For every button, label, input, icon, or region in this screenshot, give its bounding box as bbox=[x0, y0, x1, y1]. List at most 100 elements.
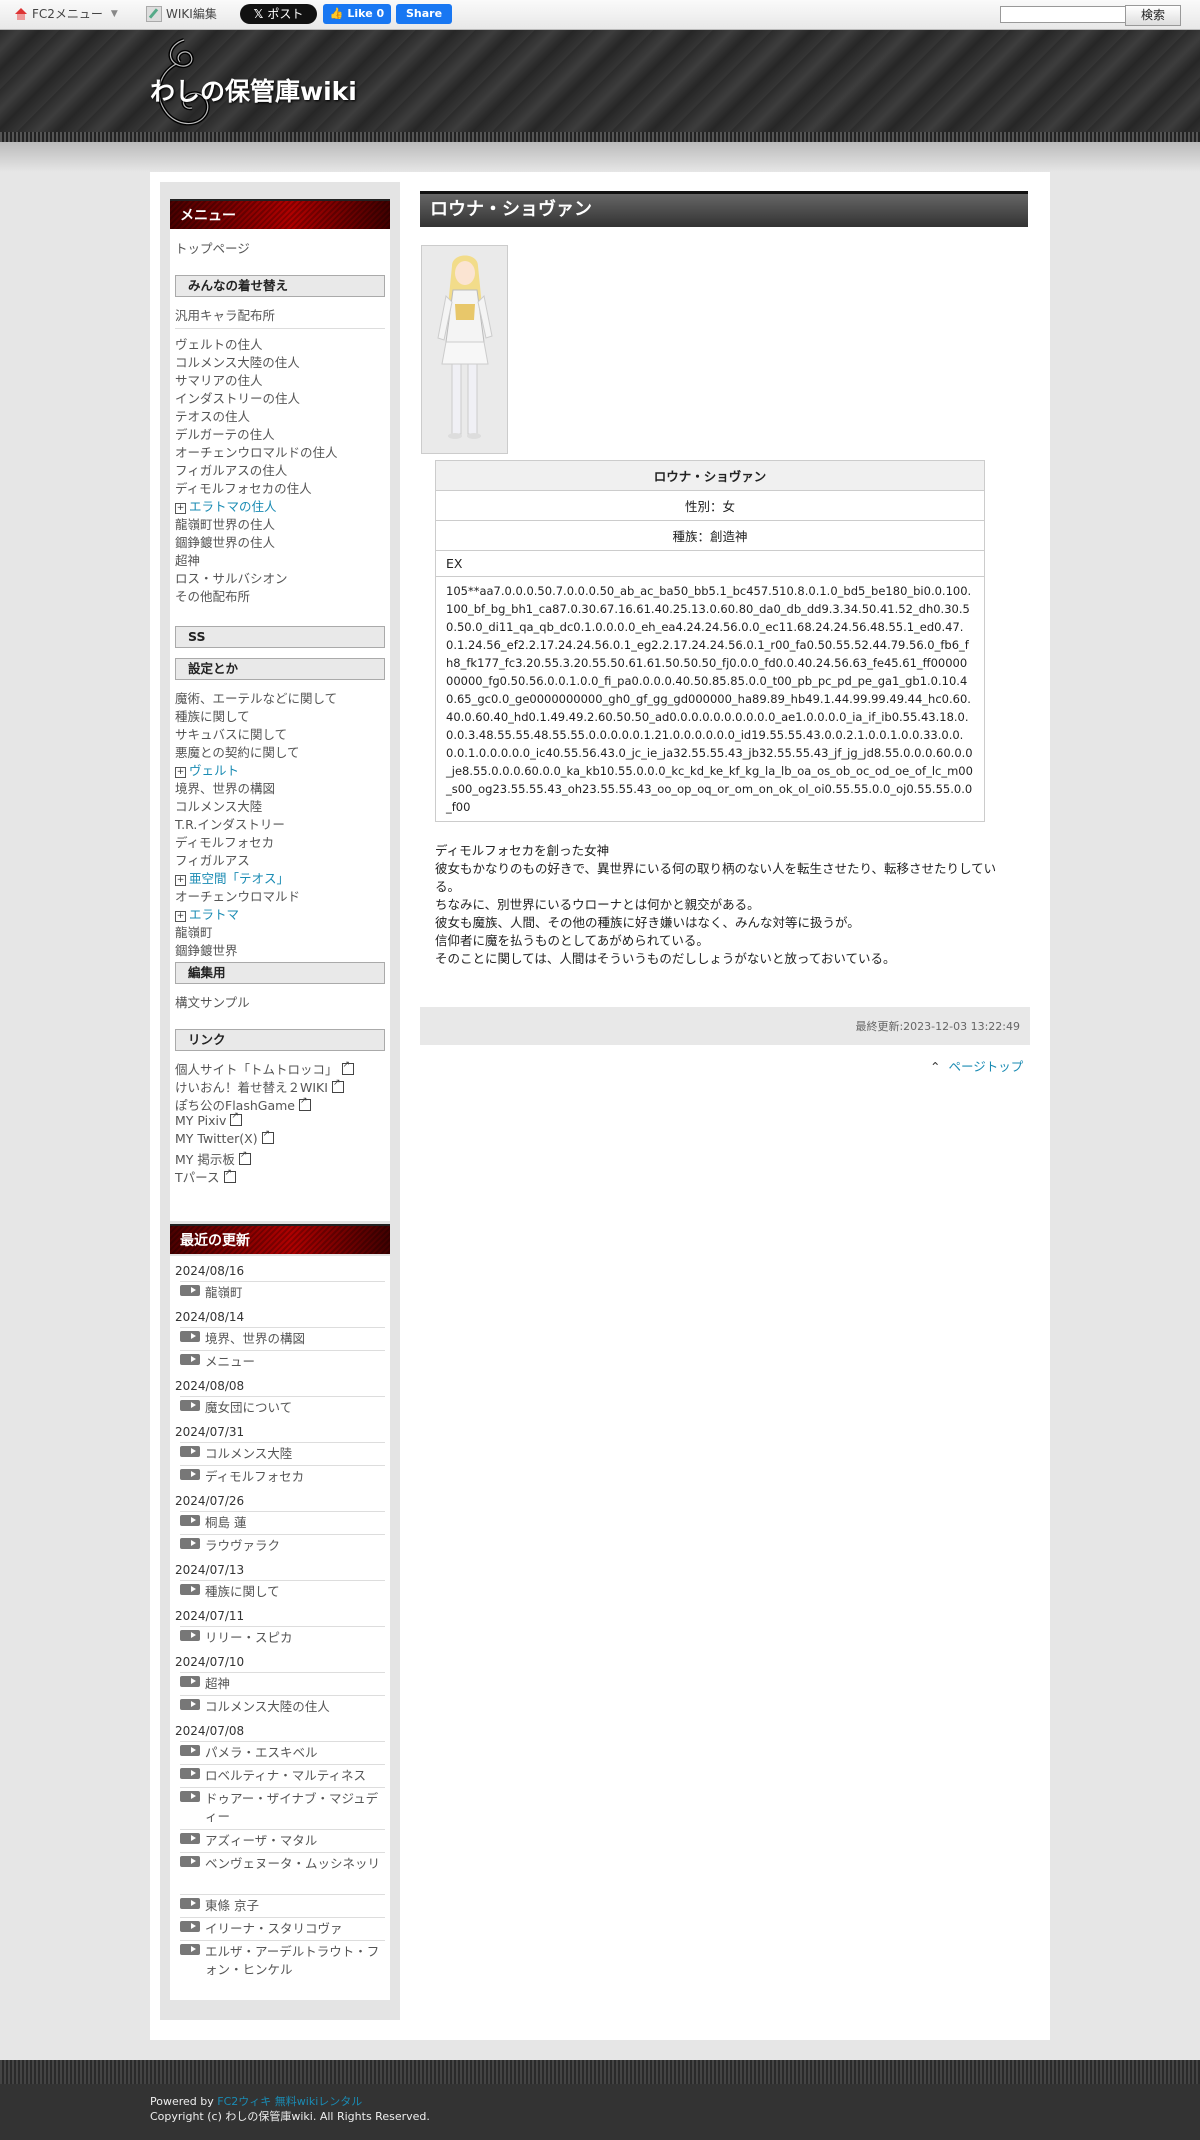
recent-item[interactable]: メニュー bbox=[180, 1350, 385, 1373]
external-link[interactable]: 個人サイト「トムトロッコ」 bbox=[175, 1059, 354, 1078]
sidebar-item[interactable]: コルメンス大陸 bbox=[175, 796, 262, 815]
sidebar-item[interactable]: ロス・サルバシオン bbox=[175, 568, 288, 587]
arrow-right-icon bbox=[180, 1699, 200, 1710]
sidebar-item[interactable]: オーチェンウロマルドの住人 bbox=[175, 442, 338, 461]
sidebar-item-label: 亜空間「テオス」 bbox=[189, 871, 290, 886]
recent-item[interactable]: ベンヴェヌータ・ムッシネッリ bbox=[180, 1852, 385, 1893]
page-top-link[interactable]: ⌃ ページトップ bbox=[930, 1056, 1023, 1075]
recent-item-label: ロベルティナ・マルティネス bbox=[205, 1768, 367, 1783]
fc2-wiki-link[interactable]: FC2ウィキ 無料wikiレンタル bbox=[217, 2095, 362, 2108]
arrow-right-icon bbox=[180, 1921, 200, 1932]
arrow-right-icon bbox=[180, 1833, 200, 1844]
sidebar-item-generic-chars[interactable]: 汎用キャラ配布所 bbox=[175, 305, 275, 324]
expand-plus-icon[interactable]: + bbox=[175, 875, 186, 886]
divider bbox=[175, 328, 385, 329]
sidebar-item[interactable]: 悪魔との契約に関して bbox=[175, 742, 300, 761]
sidebar-item-expandable[interactable]: + ヴェルト bbox=[175, 760, 239, 779]
sidebar-item[interactable]: 超神 bbox=[175, 550, 200, 569]
recent-item[interactable]: パメラ・エスキベル bbox=[180, 1741, 385, 1764]
recent-item-label: パメラ・エスキベル bbox=[205, 1745, 318, 1760]
fc2-menu-button[interactable]: FC2メニュー ▼ bbox=[14, 5, 118, 22]
sidebar-item[interactable]: ディモルフォセカ bbox=[175, 832, 274, 851]
sidebar-item[interactable]: テオスの住人 bbox=[175, 406, 250, 425]
sidebar-item[interactable]: サマリアの住人 bbox=[175, 370, 263, 389]
recent-item[interactable]: 境界、世界の構図 bbox=[180, 1327, 385, 1350]
recent-item-label: ディモルフォセカ bbox=[205, 1469, 305, 1484]
expand-plus-icon[interactable]: + bbox=[175, 911, 186, 922]
character-image[interactable] bbox=[421, 245, 508, 454]
sidebar-item[interactable]: デルガーテの住人 bbox=[175, 424, 275, 443]
recent-item[interactable]: 超神 bbox=[180, 1672, 385, 1695]
external-link[interactable]: MY Twitter(X) bbox=[175, 1129, 274, 1146]
recent-item-label: ドゥアー・ザイナブ・マジュディー bbox=[205, 1791, 379, 1824]
recent-item[interactable]: アズィーザ・マタル bbox=[180, 1829, 385, 1852]
recent-item[interactable]: 東條 京子 bbox=[180, 1894, 385, 1917]
recent-item[interactable]: エルザ・アーデルトラウト・フォン・ヒンケル bbox=[180, 1940, 385, 1981]
recent-item-label: コルメンス大陸 bbox=[205, 1446, 293, 1461]
sidebar-item-expandable[interactable]: + エラトマの住人 bbox=[175, 496, 277, 515]
sidebar-item-syntax-sample[interactable]: 構文サンプル bbox=[175, 992, 250, 1011]
sidebar-item[interactable]: T.R.インダストリー bbox=[175, 814, 285, 833]
expand-plus-icon[interactable]: + bbox=[175, 503, 186, 514]
recent-item[interactable]: ディモルフォセカ bbox=[180, 1465, 385, 1488]
section-kisekae: みんなの着せ替え bbox=[175, 275, 385, 297]
recent-item[interactable]: リリー・スピカ bbox=[180, 1626, 385, 1649]
sidebar-item[interactable]: フィガルアスの住人 bbox=[175, 460, 287, 479]
sidebar-item[interactable]: 龍嶺町世界の住人 bbox=[175, 514, 275, 533]
search-input[interactable] bbox=[1000, 6, 1126, 23]
expand-plus-icon[interactable]: + bbox=[175, 767, 186, 778]
recent-item[interactable]: コルメンス大陸の住人 bbox=[180, 1695, 385, 1718]
sidebar-item-expandable[interactable]: + 亜空間「テオス」 bbox=[175, 868, 289, 887]
wiki-edit-link[interactable]: WIKI編集 bbox=[146, 5, 217, 22]
page-title: ロウナ・ショヴァン bbox=[420, 191, 1028, 227]
character-description: ディモルフォセカを創った女神 彼女もかなりのもの好きで、異世界にいる何の取り柄の… bbox=[435, 842, 1010, 968]
sidebar-item[interactable]: ディモルフォセカの住人 bbox=[175, 478, 312, 497]
recent-item[interactable]: 種族に関して bbox=[180, 1580, 385, 1603]
recent-item[interactable]: 桐島 蓮 bbox=[180, 1511, 385, 1534]
external-link[interactable]: MY Pixiv bbox=[175, 1111, 243, 1128]
arrow-right-icon bbox=[180, 1538, 200, 1549]
sidebar-item-top-page[interactable]: トップページ bbox=[175, 238, 250, 257]
x-post-button[interactable]: 𝕏 ポスト bbox=[240, 4, 317, 24]
sidebar-item-label: エラトマ bbox=[189, 907, 240, 922]
sidebar-item[interactable]: 種族に関して bbox=[175, 706, 250, 725]
arrow-right-icon bbox=[180, 1354, 200, 1365]
sidebar-item[interactable]: コルメンス大陸の住人 bbox=[175, 352, 300, 371]
description-line: ディモルフォセカを創った女神 bbox=[435, 843, 610, 858]
character-info-table: ロウナ・ショヴァン 性別：女 種族：創造神 EX 105**aa7.0.0.0.… bbox=[435, 460, 985, 822]
external-link[interactable]: Tパース bbox=[175, 1167, 236, 1186]
sidebar-item-expandable[interactable]: + エラトマ bbox=[175, 904, 239, 923]
facebook-share-button[interactable]: Share bbox=[396, 4, 452, 24]
recent-item[interactable]: ラウヴァラク bbox=[180, 1534, 385, 1557]
external-link-icon bbox=[298, 1096, 311, 1111]
sidebar-item[interactable]: 錮錚鍍世界 bbox=[175, 940, 238, 959]
recent-item[interactable]: 魔女団について bbox=[180, 1396, 385, 1419]
sidebar-item[interactable]: インダストリーの住人 bbox=[175, 388, 300, 407]
thumbs-up-icon: 👍 bbox=[329, 7, 344, 20]
sidebar-item[interactable]: オーチェンウロマルド bbox=[175, 886, 300, 905]
sidebar-item[interactable]: 魔術、エーテルなどに関して bbox=[175, 688, 337, 707]
copyright: Copyright (c) わしの保管庫wiki. All Rights Res… bbox=[150, 2110, 430, 2123]
external-link[interactable]: MY 掲示板 bbox=[175, 1149, 251, 1168]
recent-item[interactable]: イリーナ・スタリコヴァ bbox=[180, 1917, 385, 1940]
external-link-icon bbox=[331, 1078, 344, 1093]
ex-label-cell: EX bbox=[435, 550, 985, 577]
external-link[interactable]: けいおん！着せ替え２WIKI bbox=[175, 1077, 344, 1096]
site-title[interactable]: わしの保管庫wiki bbox=[150, 72, 357, 108]
sidebar-item[interactable]: ヴェルトの住人 bbox=[175, 334, 263, 353]
sidebar-item[interactable]: フィガルアス bbox=[175, 850, 250, 869]
facebook-like-button[interactable]: 👍 Like 0 bbox=[323, 4, 391, 24]
kisekae-code-cell[interactable]: 105**aa7.0.0.0.50.7.0.0.0.50_ab_ac_ba50_… bbox=[435, 576, 985, 822]
recent-item[interactable]: コルメンス大陸 bbox=[180, 1442, 385, 1465]
sidebar-item[interactable]: 境界、世界の構図 bbox=[175, 778, 275, 797]
recent-item[interactable]: ロベルティナ・マルティネス bbox=[180, 1764, 385, 1787]
recent-item[interactable]: ドゥアー・ザイナブ・マジュディー bbox=[180, 1787, 385, 1828]
search-button[interactable]: 検索 bbox=[1125, 5, 1181, 26]
sidebar-item[interactable]: 錮錚鍍世界の住人 bbox=[175, 532, 275, 551]
sidebar-item[interactable]: 龍嶺町 bbox=[175, 922, 213, 941]
recent-item[interactable]: 龍嶺町 bbox=[180, 1281, 385, 1304]
home-icon bbox=[14, 7, 28, 20]
sidebar-item[interactable]: サキュバスに関して bbox=[175, 724, 287, 743]
external-link[interactable]: ぽち公のFlashGame bbox=[175, 1095, 311, 1114]
sidebar-item[interactable]: その他配布所 bbox=[175, 586, 250, 605]
